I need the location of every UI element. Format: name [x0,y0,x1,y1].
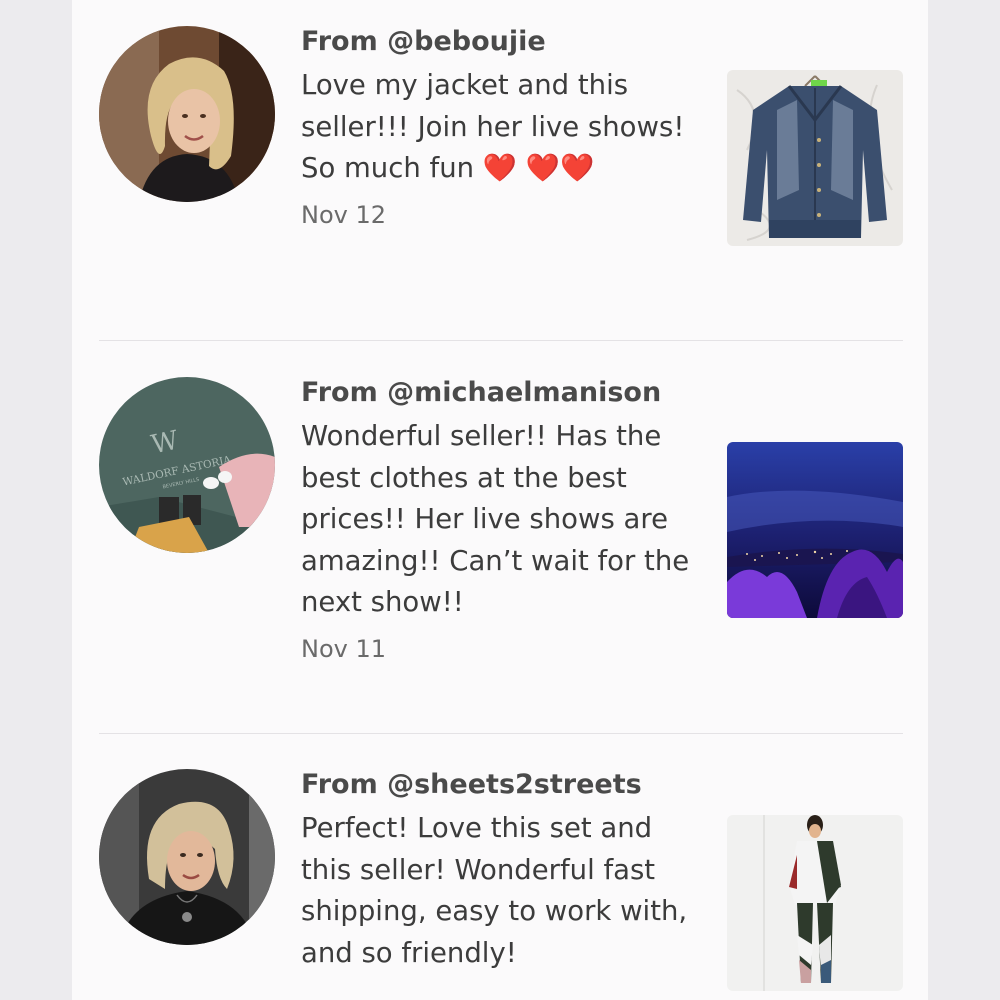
review-content: From @sheets2streets Perfect! Love this … [301,768,701,974]
product-thumbnail[interactable] [727,442,903,618]
heart-emoji: ❤️ [560,152,595,184]
review-content: From @michaelmanison Wonderful seller!! … [301,376,701,665]
reviewer-avatar[interactable]: W WALDORF ASTORIA BEVERLY HILLS [99,377,275,553]
heart-emoji: ❤️ [525,152,561,184]
review-text: Wonderful seller!! Has the best clothes … [301,420,690,618]
avatar-photo-waldorf-rug: W WALDORF ASTORIA BEVERLY HILLS [99,377,275,553]
review-divider [99,733,903,734]
review-author[interactable]: From @michaelmanison [301,376,701,410]
product-thumbnail[interactable] [727,815,903,991]
review-text: Perfect! Love this set and this seller! … [301,812,688,969]
reviewer-avatar[interactable] [99,26,275,202]
review-text: Love my jacket and this seller!!! Join h… [301,69,685,184]
review-date: Nov 12 [301,200,387,229]
reviews-feed: From @beboujie Love my jacket and this s… [72,0,928,1000]
review-date: Nov 11 [301,634,387,663]
product-photo-denim-jacket [727,70,903,246]
reviewer-avatar[interactable] [99,769,275,945]
product-photo-tie-dye-set [727,815,903,991]
review-divider [99,340,903,341]
avatar-photo-blonde-woman-black-top [99,769,275,945]
review-author[interactable]: From @sheets2streets [301,768,701,802]
product-photo-night-city [727,442,903,618]
avatar-photo-blonde-woman [99,26,275,202]
review-author[interactable]: From @beboujie [301,25,701,59]
product-thumbnail[interactable] [727,70,903,246]
heart-emoji: ❤️ [482,152,518,184]
review-content: From @beboujie Love my jacket and this s… [301,25,701,231]
